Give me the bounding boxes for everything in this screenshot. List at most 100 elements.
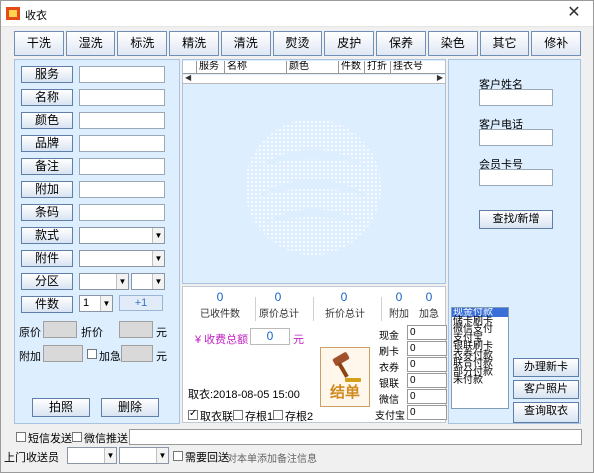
brand-button[interactable]: 品牌 <box>21 135 73 152</box>
alipay-input[interactable]: 0 <box>407 405 447 420</box>
service-button[interactable]: 服务 <box>21 66 73 83</box>
tab-dyeing[interactable]: 染色 <box>427 31 478 56</box>
chevron-down-icon: ▼ <box>156 448 168 463</box>
received-count-label: 已收件数 <box>200 309 240 320</box>
plus-one-button[interactable]: +1 <box>119 295 163 311</box>
extra-label: 附加 <box>19 351 41 363</box>
delete-button[interactable]: 删除 <box>101 398 159 417</box>
tab-leather-care[interactable]: 皮护 <box>324 31 375 56</box>
column-discount[interactable]: 打折 <box>365 61 391 73</box>
original-price-field[interactable] <box>43 321 77 338</box>
column-name[interactable]: 名称 <box>225 61 287 73</box>
tab-ironing[interactable]: 熨烫 <box>272 31 323 56</box>
barcode-button[interactable]: 条码 <box>21 204 73 221</box>
name-field[interactable] <box>79 89 165 106</box>
photo-button[interactable]: 拍照 <box>32 398 90 417</box>
style-select[interactable]: ▼ <box>79 227 165 244</box>
tab-wet-clean[interactable]: 湿洗 <box>65 31 116 56</box>
unionpay-input[interactable]: 0 <box>407 373 447 388</box>
horizontal-scrollbar[interactable]: ◀ ▶ <box>183 73 445 84</box>
tab-dry-clean[interactable]: 干洗 <box>14 31 64 56</box>
stub1-checkbox[interactable] <box>233 410 243 420</box>
cash-input[interactable]: 0 <box>407 325 447 340</box>
zone-select-a[interactable]: ▼ <box>79 273 129 290</box>
barcode-field[interactable] <box>79 204 165 221</box>
history-button[interactable]: 查询取衣 <box>513 402 579 423</box>
wechat-pay-label: 微信 <box>379 395 399 406</box>
wechat-push-checkbox[interactable] <box>72 432 82 442</box>
accessory-select[interactable]: ▼ <box>79 250 165 267</box>
settle-button[interactable]: 结单 <box>320 347 370 407</box>
extra-price-field[interactable] <box>43 345 83 362</box>
discount-total-value: 0 <box>340 290 348 304</box>
customer-phone-input[interactable] <box>479 129 553 146</box>
payment-method-list[interactable]: 现金付款 储卡刷卡 微信支付 支付宝 银联刷卡 衣券付款 联合付款 部分付款 未… <box>451 307 509 409</box>
close-icon[interactable]: ✕ <box>565 4 583 22</box>
card-input[interactable]: 0 <box>407 341 447 356</box>
column-service[interactable]: 服务 <box>197 61 225 73</box>
color-button[interactable]: 颜色 <box>21 112 73 129</box>
color-field[interactable] <box>79 112 165 129</box>
tab-other[interactable]: 其它 <box>479 31 530 56</box>
return-courier-select[interactable]: ▼ <box>119 447 169 464</box>
yuan-unit: 元 <box>156 327 167 339</box>
quantity-select[interactable]: 1 ▼ <box>79 295 113 312</box>
voucher-label: 衣券 <box>379 363 399 374</box>
stub2-checkbox[interactable] <box>273 410 283 420</box>
courier-select[interactable]: ▼ <box>67 447 117 464</box>
tab-maintenance[interactable]: 保养 <box>376 31 426 56</box>
urgent-total-value: 0 <box>425 290 433 304</box>
window-title: 收衣 <box>25 10 47 22</box>
member-card-input[interactable] <box>479 169 553 186</box>
pickup-slip-checkbox[interactable] <box>188 408 198 420</box>
category-tabs: 干洗 湿洗 标洗 精洗 清洗 熨烫 皮护 保养 染色 其它 修补 <box>14 31 582 56</box>
search-add-button[interactable]: 查找/新增 <box>479 210 553 229</box>
service-field[interactable] <box>79 66 165 83</box>
urgent-checkbox[interactable] <box>87 349 97 359</box>
remark-field[interactable] <box>79 158 165 175</box>
chevron-down-icon: ▼ <box>104 448 116 463</box>
remark-button[interactable]: 备注 <box>21 158 73 175</box>
chevron-down-icon: ▼ <box>152 228 164 243</box>
new-card-button[interactable]: 办理新卡 <box>513 358 579 377</box>
yuan-unit: 元 <box>156 351 167 363</box>
customer-name-input[interactable] <box>479 89 553 106</box>
extra-field[interactable] <box>79 181 165 198</box>
style-button[interactable]: 款式 <box>21 227 73 244</box>
column-quantity[interactable]: 件数 <box>339 61 365 73</box>
stub1-label: 存根1 <box>245 411 274 423</box>
original-total-label: 原价总计 <box>259 309 299 320</box>
payment-method-item[interactable]: 未付款 <box>452 376 508 385</box>
extra-button[interactable]: 附加 <box>21 181 73 198</box>
divider <box>381 297 382 321</box>
tab-standard-wash[interactable]: 标洗 <box>117 31 168 56</box>
tab-fine-wash[interactable]: 精洗 <box>169 31 219 56</box>
message-input[interactable] <box>129 429 582 445</box>
scroll-right-icon[interactable]: ▶ <box>437 73 443 82</box>
brand-field[interactable] <box>79 135 165 152</box>
accessory-button[interactable]: 附件 <box>21 250 73 267</box>
quantity-button[interactable]: 件数 <box>21 296 73 313</box>
need-return-checkbox[interactable] <box>173 451 183 461</box>
urgent-price-field[interactable] <box>121 345 153 362</box>
discount-price-field[interactable] <box>119 321 153 338</box>
column-hanger-number[interactable]: 挂衣号 <box>391 61 443 73</box>
column-color[interactable]: 颜色 <box>287 61 339 73</box>
unionpay-label: 银联 <box>379 379 399 390</box>
title-bar: 收衣 ✕ <box>1 1 593 27</box>
customer-photo-button[interactable]: 客户照片 <box>513 380 579 399</box>
name-button[interactable]: 名称 <box>21 89 73 106</box>
tab-repair[interactable]: 修补 <box>531 31 582 56</box>
row-marker-column <box>183 61 197 73</box>
sms-label: 短信发送 <box>28 433 72 445</box>
scroll-left-icon[interactable]: ◀ <box>185 73 191 82</box>
voucher-input[interactable]: 0 <box>407 357 447 372</box>
chevron-down-icon: ▼ <box>152 251 164 266</box>
wechat-pay-input[interactable]: 0 <box>407 389 447 404</box>
zone-button[interactable]: 分区 <box>21 273 73 290</box>
remark-hint: 对本单添加备注信息 <box>227 454 317 465</box>
zone-select-b[interactable]: ▼ <box>131 273 165 290</box>
tab-clean[interactable]: 清洗 <box>220 31 271 56</box>
original-total-value: 0 <box>274 290 282 304</box>
sms-checkbox[interactable] <box>16 432 26 442</box>
